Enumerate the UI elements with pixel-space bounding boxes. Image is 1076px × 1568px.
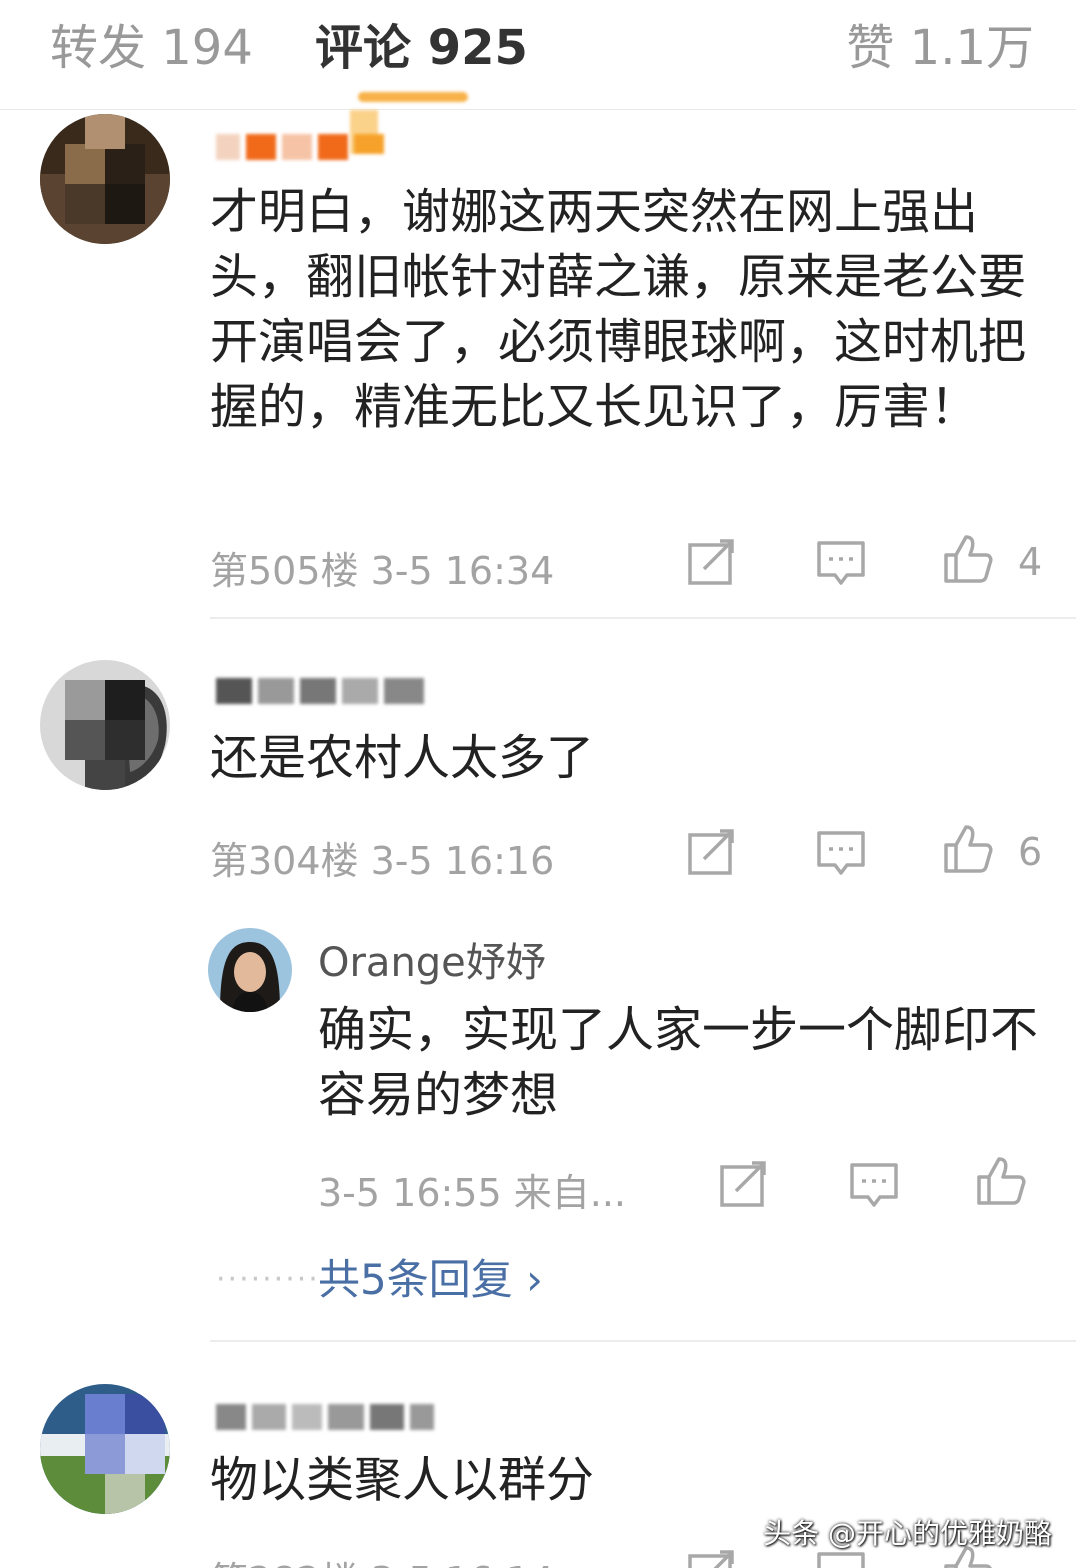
comment-icon[interactable] (815, 827, 867, 879)
share-icon[interactable] (718, 1159, 770, 1211)
comment-text: 还是农村人太多了 (210, 730, 595, 786)
reply-timestamp-source: 3-5 16:55 来自... (318, 1171, 626, 1215)
avatar[interactable] (40, 1384, 170, 1514)
divider (210, 617, 1076, 619)
comment-tabs: 转发 194 评论 925 赞 1.1万 (0, 0, 1076, 110)
thumbs-up-icon[interactable] (975, 1155, 1027, 1207)
comment-icon[interactable] (815, 537, 867, 589)
reply-text: 确实，实现了人家一步一个脚印不容易的梦想 (318, 1002, 1039, 1123)
divider (210, 1340, 1076, 1342)
floor-timestamp: 第282楼 3-5 16:14 (210, 1550, 554, 1568)
member-badge-blurred (348, 92, 468, 162)
comment-text: 才明白，谢娜这两天突然在网上强出头，翻旧帐针对薛之谦，原来是老公要开演唱会了，必… (210, 184, 1027, 435)
floor-timestamp: 第505楼 3-5 16:34 (210, 549, 555, 593)
more-replies-link[interactable]: 共5条回复 › (318, 1246, 543, 1307)
floor-timestamp: 第304楼 3-5 16:16 (210, 839, 555, 883)
tab-repost[interactable]: 转发 194 (50, 8, 253, 78)
thumbs-up-icon[interactable] (942, 533, 994, 585)
dotted-separator: ········· (216, 1262, 320, 1297)
username-blurred[interactable] (216, 674, 424, 706)
tab-likes[interactable]: 赞 1.1万 (846, 8, 1034, 78)
reply-username[interactable]: Orange妤妤 (318, 930, 546, 988)
avatar[interactable] (40, 114, 170, 244)
thumbs-up-icon[interactable] (942, 823, 994, 875)
share-icon[interactable] (686, 537, 738, 589)
watermark: 头条 @开心的优雅奶酪 (763, 1517, 1052, 1550)
like-count: 4 (1018, 540, 1043, 584)
avatar[interactable] (40, 660, 170, 790)
username-blurred[interactable] (216, 1400, 434, 1432)
share-icon[interactable] (686, 827, 738, 879)
comment-icon[interactable] (848, 1159, 900, 1211)
share-icon[interactable] (686, 1548, 738, 1568)
comment-text: 物以类聚人以群分 (210, 1452, 595, 1508)
like-count: 6 (1018, 830, 1043, 874)
reply-avatar[interactable] (208, 928, 292, 1012)
username-blurred[interactable] (216, 130, 348, 162)
tab-comments[interactable]: 评论 925 (315, 8, 528, 78)
